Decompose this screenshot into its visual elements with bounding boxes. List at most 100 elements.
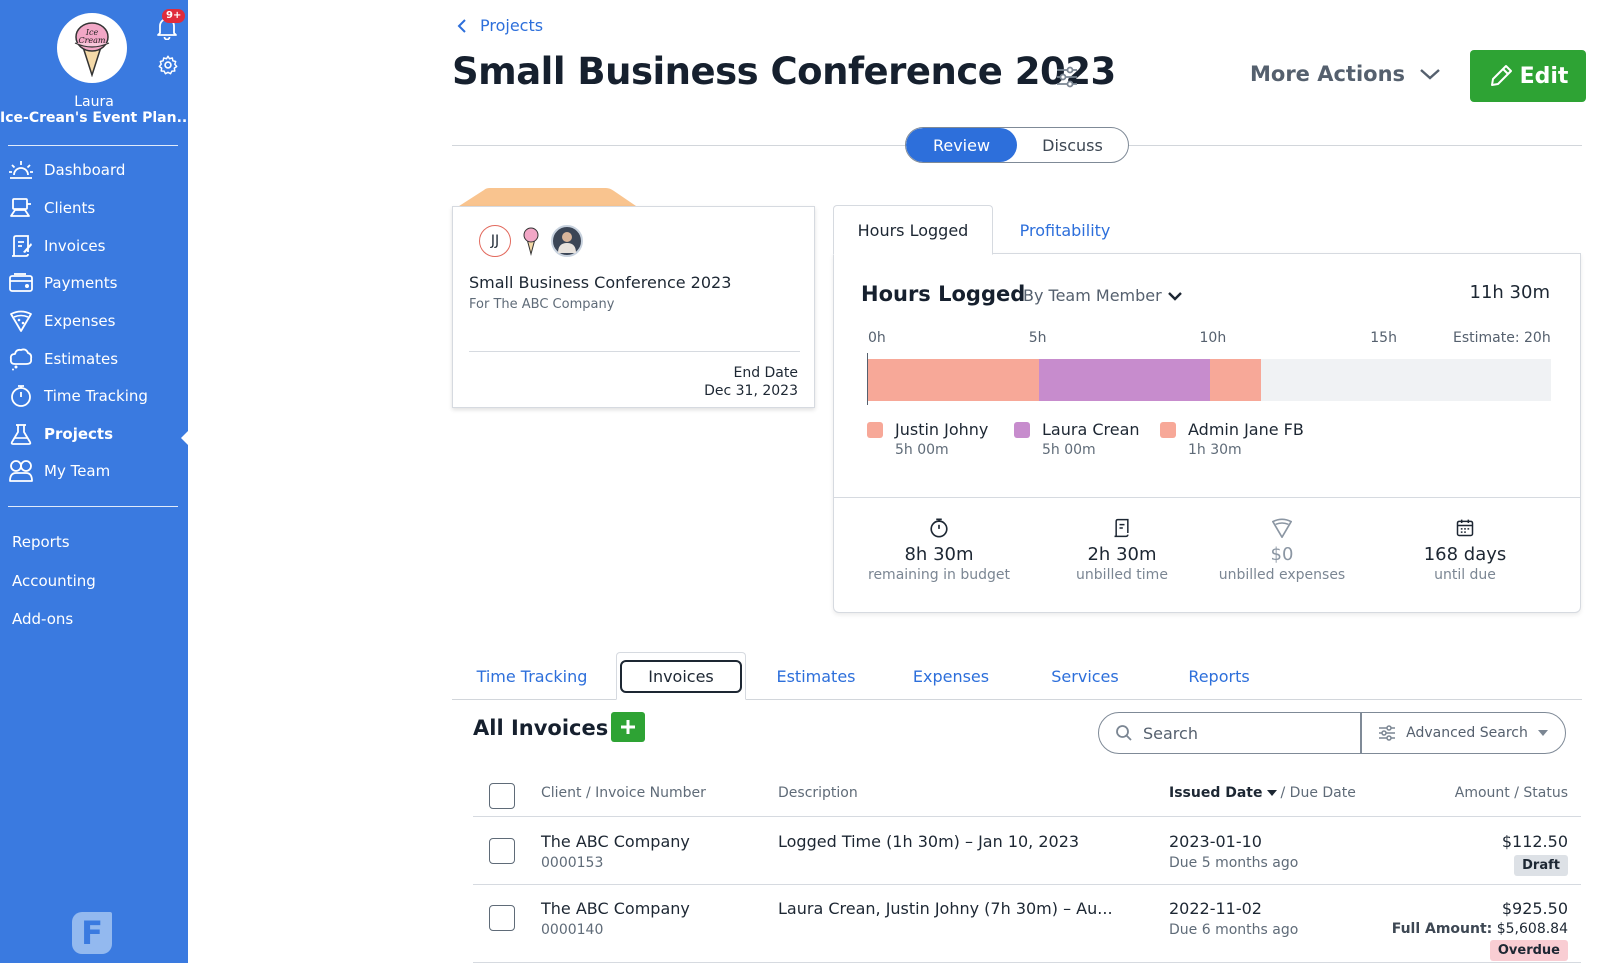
more-actions-dropdown[interactable]: More Actions bbox=[1250, 62, 1441, 86]
invoice-number: 0000153 bbox=[541, 855, 604, 871]
search-input[interactable] bbox=[1143, 723, 1323, 743]
tab-estimates[interactable]: Estimates bbox=[748, 652, 884, 700]
invoice-description: Laura Crean, Justin Johny (7h 30m) – Au.… bbox=[778, 899, 1113, 918]
search-box bbox=[1098, 712, 1362, 754]
caret-down-icon bbox=[1537, 730, 1548, 736]
team-avatar-photo bbox=[551, 225, 583, 257]
client-name: The ABC Company bbox=[541, 899, 690, 918]
sidebar-item-reports[interactable]: Reports bbox=[12, 533, 70, 551]
stat-value: 8h 30m bbox=[904, 544, 974, 565]
stat-label: until due bbox=[1434, 567, 1496, 583]
end-date-label: End Date bbox=[733, 365, 798, 381]
column-header-issued-date[interactable]: Issued Date / Due Date bbox=[1169, 785, 1356, 801]
sidebar-item-accounting[interactable]: Accounting bbox=[12, 572, 96, 590]
sidebar-item-label: Clients bbox=[44, 199, 96, 217]
sidebar-item-add-ons[interactable]: Add-ons bbox=[12, 610, 73, 628]
invoice-number: 0000140 bbox=[541, 922, 604, 938]
edit-label: Edit bbox=[1519, 63, 1569, 89]
plus-icon bbox=[621, 720, 635, 734]
sort-desc-icon bbox=[1266, 790, 1277, 796]
tab-hours-logged[interactable]: Hours Logged bbox=[833, 205, 993, 255]
payments-icon bbox=[8, 271, 34, 295]
sidebar-item-payments[interactable]: Payments bbox=[8, 268, 180, 298]
sidebar-item-label: My Team bbox=[44, 462, 111, 480]
expenses-icon bbox=[8, 309, 34, 333]
select-all-checkbox[interactable] bbox=[489, 783, 515, 809]
full-amount-value: $5,608.84 bbox=[1496, 921, 1568, 937]
hours-logged-title: Hours Logged bbox=[861, 282, 1026, 306]
user-name: Laura bbox=[74, 94, 114, 110]
axis-tick-label: 15h bbox=[1370, 330, 1397, 346]
toggle-discuss[interactable]: Discuss bbox=[1017, 128, 1128, 162]
invoice-icon bbox=[1037, 516, 1207, 540]
axis-tick-label: 5h bbox=[1028, 330, 1047, 346]
sidebar-item-clients[interactable]: Clients bbox=[8, 193, 180, 223]
sidebar-item-label: Expenses bbox=[44, 312, 116, 330]
axis-tick-label: Estimate: 20h bbox=[1453, 330, 1551, 346]
project-client: For The ABC Company bbox=[469, 297, 615, 312]
issued-date-label: Issued Date bbox=[1169, 785, 1263, 801]
clients-icon bbox=[8, 196, 34, 220]
tab-reports[interactable]: Reports bbox=[1152, 652, 1286, 700]
pencil-icon bbox=[1490, 65, 1512, 86]
tab-invoices[interactable]: Invoices bbox=[616, 652, 746, 700]
bar-axis-line bbox=[867, 353, 868, 405]
row-checkbox[interactable] bbox=[489, 905, 515, 931]
sidebar-item-time-tracking[interactable]: Time Tracking bbox=[8, 381, 180, 411]
column-header-client[interactable]: Client / Invoice Number bbox=[541, 785, 706, 801]
expense-icon bbox=[1197, 516, 1367, 540]
tab-expenses[interactable]: Expenses bbox=[884, 652, 1018, 700]
sidebar-item-label: Payments bbox=[44, 274, 118, 292]
sliders-icon[interactable] bbox=[1054, 64, 1080, 90]
due-date: Due 6 months ago bbox=[1169, 922, 1299, 938]
sidebar: Ice Cream 9+ Laura Ice-Crean's Event Pla… bbox=[0, 0, 188, 963]
column-header-description[interactable]: Description bbox=[778, 785, 858, 801]
back-to-projects-link[interactable]: Projects bbox=[456, 16, 543, 35]
hours-bar-track bbox=[868, 359, 1551, 401]
avatar[interactable]: Ice Cream bbox=[57, 13, 127, 83]
stat-label: unbilled expenses bbox=[1218, 567, 1346, 583]
project-card[interactable]: JJ Small Business Conference 2023 For Th… bbox=[452, 206, 815, 408]
advanced-search-button[interactable]: Advanced Search bbox=[1360, 712, 1566, 754]
gear-icon[interactable] bbox=[157, 54, 179, 76]
sidebar-item-estimates[interactable]: Estimates bbox=[8, 344, 180, 374]
stat-label: unbilled time bbox=[1076, 567, 1168, 583]
team-avatar-ice-cream bbox=[515, 225, 547, 257]
sidebar-item-label: Estimates bbox=[44, 350, 119, 368]
search-icon bbox=[1116, 725, 1132, 741]
main-content: Projects Small Business Conference 2023 … bbox=[188, 0, 1600, 963]
sidebar-item-projects[interactable]: Projects bbox=[8, 419, 180, 449]
status-badge: Overdue bbox=[1489, 940, 1568, 961]
add-invoice-button[interactable] bbox=[611, 712, 645, 742]
project-name: Small Business Conference 2023 bbox=[469, 273, 732, 292]
hours-bar-segment bbox=[1209, 359, 1261, 401]
legend-swatch bbox=[1014, 422, 1030, 438]
sidebar-item-expenses[interactable]: Expenses bbox=[8, 306, 180, 336]
column-header-amount[interactable]: Amount / Status bbox=[1455, 785, 1568, 801]
org-name[interactable]: Ice-Crean's Event Plan... bbox=[0, 110, 188, 126]
stat-value: $0 bbox=[1270, 544, 1294, 565]
legend-value: 1h 30m bbox=[1188, 442, 1242, 458]
team-member-filter[interactable]: By Team Member bbox=[1023, 286, 1182, 305]
stat-value: 2h 30m bbox=[1087, 544, 1157, 565]
sidebar-item-invoices[interactable]: Invoices bbox=[8, 231, 180, 261]
end-date-value: Dec 31, 2023 bbox=[704, 383, 798, 399]
svg-text:Cream: Cream bbox=[78, 36, 105, 45]
sidebar-item-dashboard[interactable]: Dashboard bbox=[8, 155, 180, 185]
sidebar-item-my-team[interactable]: My Team bbox=[8, 456, 180, 486]
client-name: The ABC Company bbox=[541, 832, 690, 851]
row-checkbox[interactable] bbox=[489, 838, 515, 864]
edit-button[interactable]: Edit bbox=[1470, 50, 1586, 102]
legend-name: Justin Johny bbox=[895, 420, 989, 439]
invoice-description: Logged Time (1h 30m) – Jan 10, 2023 bbox=[778, 832, 1080, 851]
axis-tick-label: 0h bbox=[868, 330, 886, 346]
due-date: Due 5 months ago bbox=[1169, 855, 1299, 871]
stat-remaining-budget: 8h 30m remaining in budget bbox=[854, 516, 1024, 583]
hours-total: 11h 30m bbox=[1469, 282, 1550, 303]
toggle-review[interactable]: Review bbox=[906, 128, 1017, 162]
full-amount: Full Amount: $5,608.84 bbox=[1392, 921, 1568, 937]
hours-bar-segment bbox=[868, 359, 1039, 401]
tab-services[interactable]: Services bbox=[1018, 652, 1152, 700]
tab-profitability[interactable]: Profitability bbox=[1000, 205, 1130, 255]
tab-time-tracking[interactable]: Time Tracking bbox=[452, 652, 612, 700]
